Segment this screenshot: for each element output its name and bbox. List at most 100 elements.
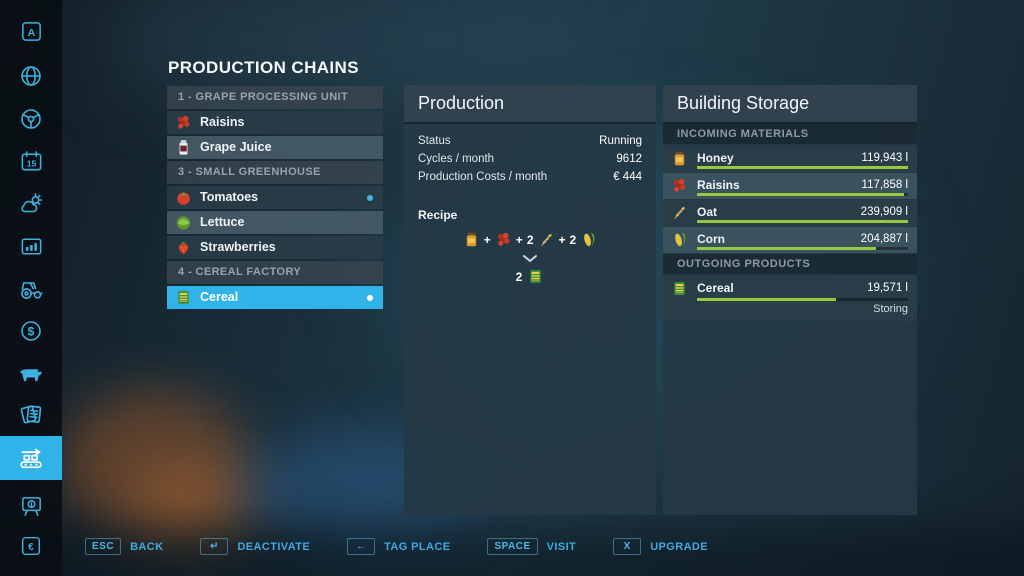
grape-juice-icon — [175, 139, 192, 156]
statistics-icon — [19, 234, 44, 259]
storage-row-raisins[interactable]: Raisins 117,858 l — [663, 173, 917, 199]
key-cap: SPACE — [487, 538, 537, 555]
chain-group-header: 3 - SMALL GREENHOUSE — [167, 161, 383, 184]
sidebar-item-weather[interactable] — [0, 185, 62, 223]
oat-icon — [538, 231, 555, 248]
svg-text:€: € — [28, 542, 34, 553]
sidebar-item-map[interactable] — [0, 57, 62, 95]
fill-level-bar — [697, 247, 908, 250]
recipe-arrow-icon — [404, 254, 656, 263]
chain-group-header: 4 - CEREAL FACTORY — [167, 261, 383, 284]
production-stats: StatusRunningCycles / month9612Productio… — [404, 132, 656, 186]
chain-item-label: Strawberries — [200, 240, 276, 254]
contracts-icon — [18, 401, 45, 428]
stat-label: Production Costs / month — [418, 171, 547, 183]
stat-value: Running — [599, 135, 642, 147]
hotkey-upgrade[interactable]: XUPGRADE — [613, 538, 708, 555]
raisins-icon — [175, 114, 192, 131]
weather-icon — [18, 191, 44, 217]
storage-item-name: Raisins — [697, 178, 740, 192]
plus-sign: + — [484, 233, 491, 247]
stat-label: Cycles / month — [418, 153, 494, 165]
finances-icon: $ — [18, 318, 44, 344]
recipe-qty: 2 — [516, 270, 523, 284]
chain-item-strawberries[interactable]: Strawberries — [167, 236, 383, 259]
corn-icon — [671, 231, 688, 248]
chain-item-cereal[interactable]: Cereal — [167, 286, 383, 309]
sidebar-item-vehicles[interactable] — [0, 100, 62, 138]
production-panel: Production StatusRunningCycles / month96… — [404, 85, 656, 515]
storage-row-honey[interactable]: Honey119,943 l — [663, 146, 917, 172]
production-stat-row: Production Costs / month € 444 — [404, 168, 656, 186]
recipe-label: Recipe — [404, 208, 656, 222]
hotkey-visit[interactable]: SPACE VISIT — [487, 538, 576, 555]
active-production-dot — [367, 295, 373, 301]
animals-icon — [18, 360, 45, 387]
honey-icon — [671, 150, 688, 167]
hotkey-back[interactable]: ESC BACK — [85, 538, 163, 555]
corn-icon — [580, 231, 597, 248]
storage-item-amount: 117,858 l — [862, 179, 908, 191]
chain-group-header: 1 - GRAPE PROCESSING UNIT — [167, 86, 383, 109]
stat-value: € 444 — [613, 171, 642, 183]
storage-row-cereal[interactable]: Cereal19,571 lStoring — [663, 276, 917, 321]
svg-text:$: $ — [28, 324, 35, 338]
chain-item-raisins[interactable]: Raisins — [167, 111, 383, 134]
hotkey-label: DEACTIVATE — [237, 541, 310, 553]
chain-item-label: Lettuce — [200, 215, 244, 229]
sidebar-item-garage[interactable] — [0, 270, 62, 308]
production-chain-list: 1 - GRAPE PROCESSING UNITRaisinsGrape Ju… — [167, 86, 383, 311]
tomatoes-icon — [175, 189, 192, 206]
recipe-inputs: ++2+2 — [404, 231, 656, 248]
production-panel-title: Production — [404, 85, 656, 124]
sidebar-item-statistics[interactable] — [0, 227, 62, 265]
storage-item-name: Corn — [697, 232, 725, 246]
hotkey-tag-place[interactable]: ←TAG PLACE — [347, 538, 450, 555]
map-icon — [18, 63, 44, 89]
storage-item-name: Honey — [697, 151, 734, 165]
sidebar-item-help[interactable] — [0, 487, 62, 525]
active-production-dot — [367, 195, 373, 201]
key-cap: ← — [347, 538, 375, 555]
recipe-outputs: 2 — [404, 268, 656, 285]
key-cap: ↵ — [200, 538, 228, 555]
stat-label: Status — [418, 135, 451, 147]
storage-item-amount: 19,571 l — [867, 282, 908, 294]
lettuce-icon — [175, 214, 192, 231]
storage-status: Storing — [873, 303, 908, 315]
vehicles-icon — [18, 106, 44, 132]
sidebar-item-production-chains[interactable] — [0, 436, 62, 480]
storage-section-header: OUTGOING PRODUCTS — [663, 254, 917, 274]
garage-icon — [18, 276, 44, 302]
chain-item-grape-juice[interactable]: Grape Juice — [167, 136, 383, 159]
storage-row-corn[interactable]: Corn204,887 l — [663, 227, 917, 253]
sidebar-item-ai-workers[interactable]: A — [0, 12, 62, 50]
recipe-qty: 2 — [570, 233, 577, 247]
storage-panel-title: Building Storage — [663, 85, 917, 124]
building-storage-panel: Building Storage INCOMING MATERIALSHoney… — [663, 85, 917, 515]
sidebar-item-calendar[interactable]: 15 — [0, 142, 62, 180]
honey-icon — [463, 231, 480, 248]
calendar-icon: 15 — [19, 149, 44, 174]
chain-item-label: Cereal — [200, 290, 238, 304]
storage-section-header: INCOMING MATERIALS — [663, 124, 917, 144]
cereal-icon — [527, 268, 544, 285]
sidebar-item-animals[interactable] — [0, 354, 62, 392]
sidebar-item-prices[interactable]: € — [0, 527, 62, 565]
svg-text:A: A — [27, 26, 35, 38]
chain-item-lettuce[interactable]: Lettuce — [167, 211, 383, 234]
hotkey-label: VISIT — [547, 541, 577, 553]
key-cap: ESC — [85, 538, 121, 555]
hotkey-label: BACK — [130, 541, 163, 553]
plus-sign: + — [559, 233, 566, 247]
chain-item-tomatoes[interactable]: Tomatoes — [167, 186, 383, 209]
key-cap: X — [613, 538, 641, 555]
sidebar-item-contracts[interactable] — [0, 395, 62, 433]
storage-sections: INCOMING MATERIALSHoney119,943 l Raisins 1… — [663, 124, 917, 321]
recipe-qty: 2 — [527, 233, 534, 247]
hotkey-deactivate[interactable]: ↵ DEACTIVATE — [200, 538, 310, 555]
page-title: PRODUCTION CHAINS — [168, 58, 359, 78]
sidebar-item-finances[interactable]: $ — [0, 312, 62, 350]
fill-level-bar — [697, 166, 908, 169]
storage-row-oat[interactable]: Oat239,909 l — [663, 200, 917, 226]
